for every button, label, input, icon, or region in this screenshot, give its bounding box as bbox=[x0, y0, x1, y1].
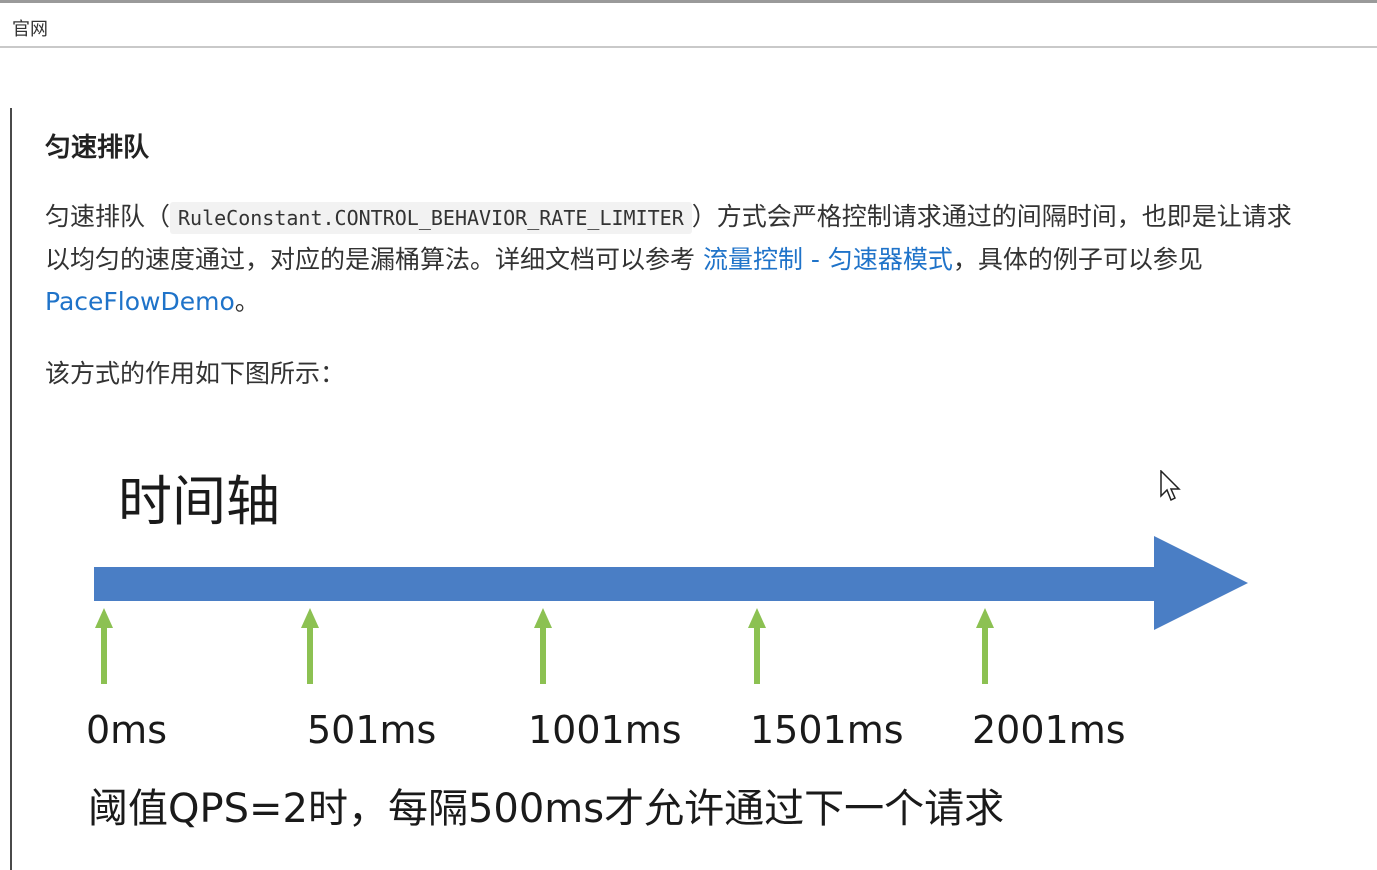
tick-label: 0ms bbox=[86, 708, 167, 752]
top-bar: 官网 bbox=[0, 3, 1377, 48]
paragraph-text: 匀速排队（ bbox=[45, 202, 171, 231]
pace-flow-demo-link[interactable]: PaceFlowDemo bbox=[45, 287, 235, 316]
timeline-title: 时间轴 bbox=[118, 470, 280, 533]
time-axis-bar bbox=[94, 567, 1156, 601]
tick-label: 1001ms bbox=[528, 708, 682, 752]
paragraph-text: ，具体的例子可以参见 bbox=[952, 245, 1203, 274]
section-heading: 匀速排队 bbox=[45, 133, 150, 163]
request-arrow-head bbox=[95, 608, 113, 628]
inline-code: RuleConstant.CONTROL_BEHAVIOR_RATE_LIMIT… bbox=[170, 202, 692, 234]
time-axis-arrowhead bbox=[1154, 536, 1248, 630]
request-arrow-head bbox=[976, 608, 994, 628]
description-paragraph: 匀速排队（ RuleConstant.CONTROL_BEHAVIOR_RATE_… bbox=[45, 196, 1305, 323]
tick-label: 2001ms bbox=[972, 708, 1126, 752]
request-arrow-head bbox=[301, 608, 319, 628]
content-area: 匀速排队 匀速排队（ RuleConstant.CONTROL_BEHAVIOR_… bbox=[45, 128, 1305, 388]
tick-label: 1501ms bbox=[750, 708, 904, 752]
top-bar-label[interactable]: 官网 bbox=[12, 15, 48, 41]
timeline-footer: 阈值QPS=2时，每隔500ms才允许通过下一个请求 bbox=[88, 786, 1004, 832]
request-arrow-head bbox=[748, 608, 766, 628]
paragraph-text: 。 bbox=[234, 287, 260, 316]
rate-limiter-doc-link[interactable]: 流量控制 - 匀速器模式 bbox=[703, 245, 953, 274]
figure-caption: 该方式的作用如下图所示： bbox=[45, 359, 346, 388]
mouse-cursor-icon bbox=[1160, 470, 1181, 502]
request-arrow-head bbox=[534, 608, 552, 628]
tick-label: 501ms bbox=[307, 708, 436, 752]
